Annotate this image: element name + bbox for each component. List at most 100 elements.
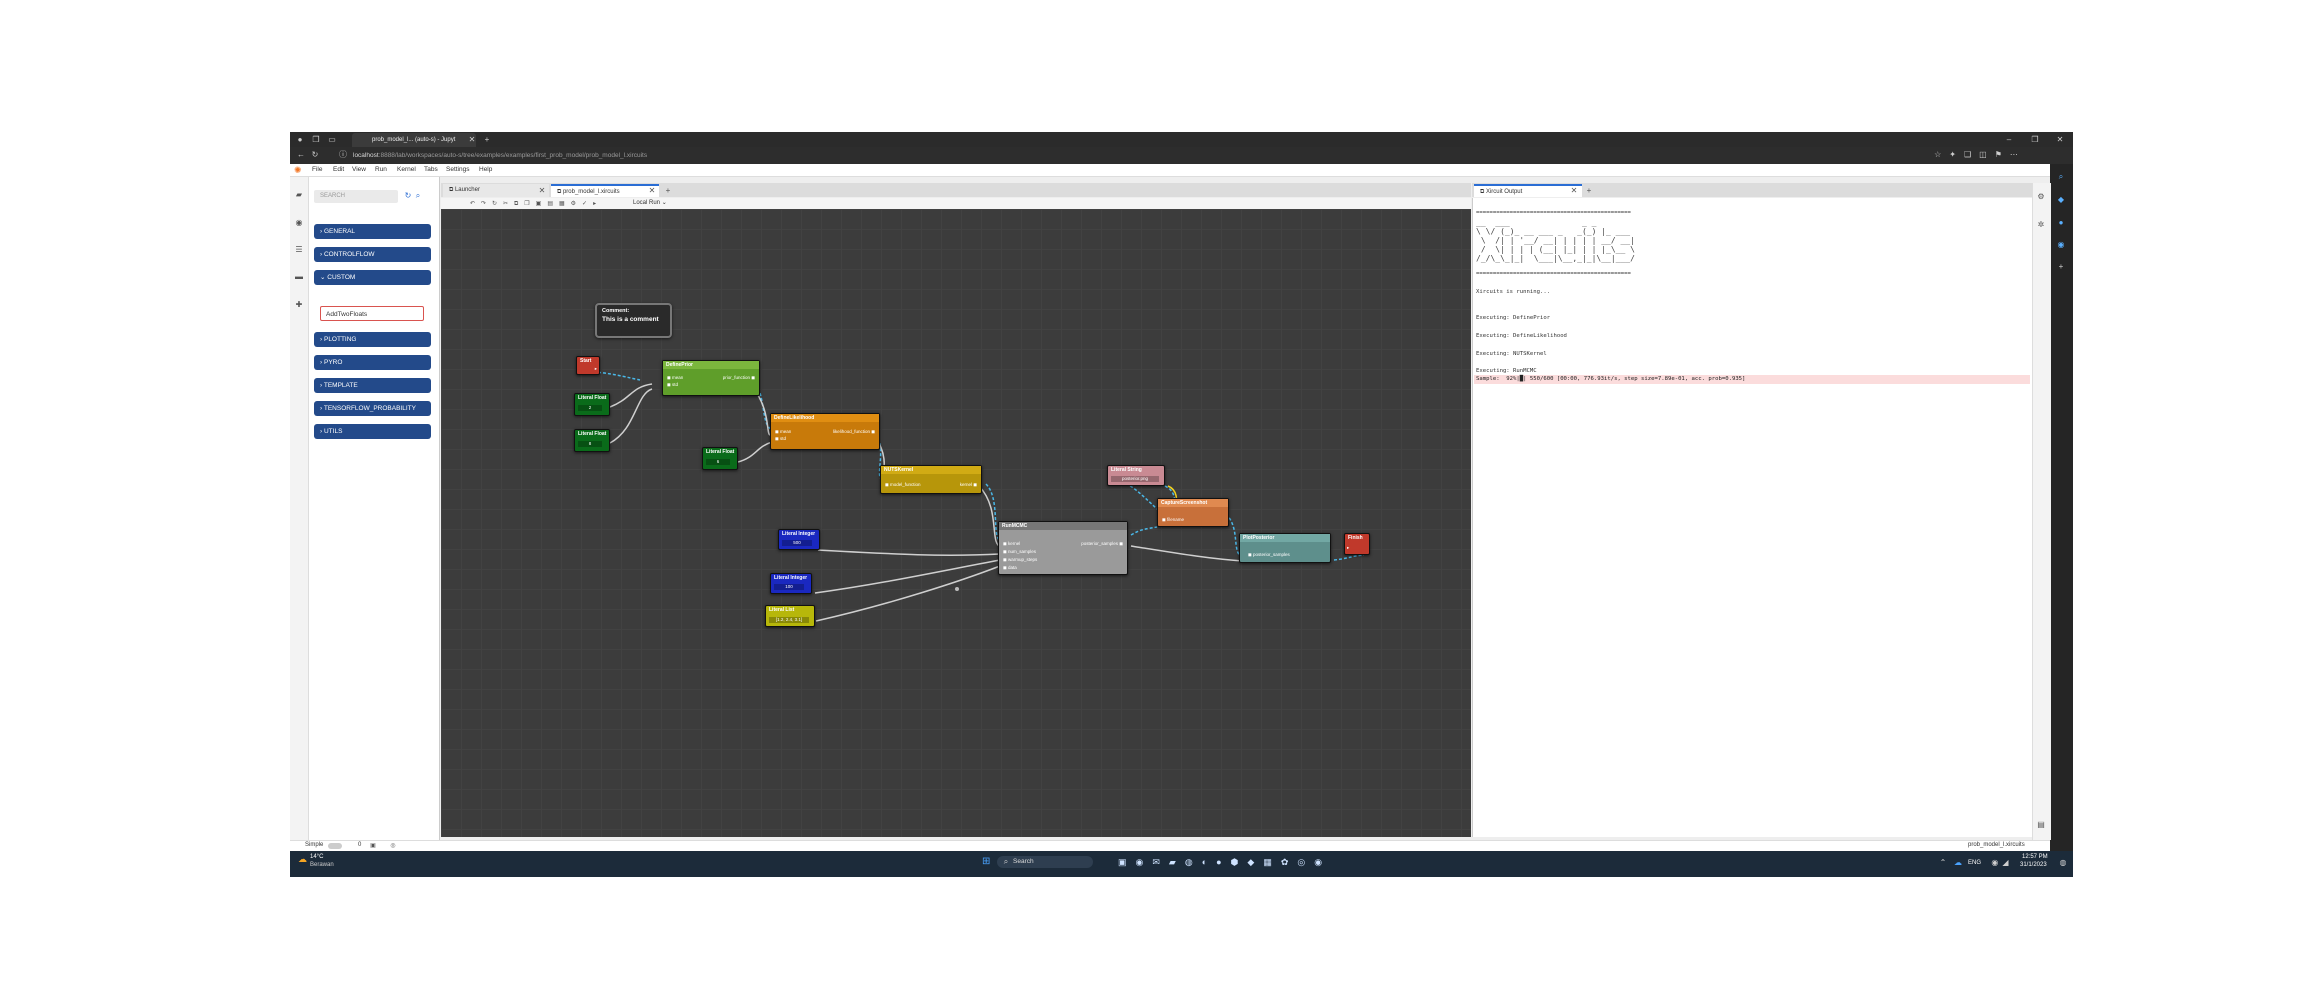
literal-string-node[interactable]: Literal String posterior.png [1107,465,1165,486]
tab-prob-model[interactable]: ⧉ prob_model_l.xircuits [551,184,659,197]
nuts-kernel-node[interactable]: NUTSKernel ◼ model_function kernel ◼ [880,465,982,494]
port-mean[interactable]: ◼ mean [667,375,683,381]
search-input[interactable]: SEARCH [314,190,398,203]
close-tab-icon[interactable]: ✕ [648,186,656,196]
literal-value[interactable]: 100 [774,584,804,590]
finish-node[interactable]: Finish ▸ [1344,533,1370,555]
tab-actions-icon[interactable]: ▭ [327,135,337,145]
new-tab-icon[interactable]: + [482,135,492,145]
minimize-icon[interactable]: – [2004,135,2014,145]
taskbar-search[interactable]: Search [997,856,1093,868]
maximize-icon[interactable]: ❐ [2030,135,2040,145]
language-indicator[interactable]: ENG [1968,858,1981,868]
onedrive-icon[interactable]: ☁ [1953,858,1963,868]
category-pyro[interactable]: › PYRO [314,355,431,370]
property-inspector-icon[interactable]: ⚙ [2036,192,2046,202]
close-tab-icon[interactable]: ✕ [538,186,546,196]
port-warmup-steps[interactable]: ◼ warmup_steps [1003,557,1037,563]
taskbar-app-icons[interactable]: ▣◉✉▰◍◐●⬢◆▦✿◎◉ [1118,856,1378,868]
panel-toggle-icon[interactable]: ▤ [2036,820,2046,830]
chevron-up-icon[interactable]: ⌃ [1938,858,1948,868]
back-icon[interactable]: ← [296,150,306,160]
new-tab-icon[interactable]: + [1584,186,1594,196]
port-mean[interactable]: ◼ mean [775,429,791,435]
run-mode-select[interactable]: Local Run ⌄ [633,199,693,208]
menu-view[interactable]: View [352,165,366,175]
browser-extension-icons[interactable]: ☆✦❑◫⚑⋯ [1895,150,2065,160]
flow-out-port[interactable]: ▸ [595,366,597,372]
comment-node[interactable]: Comment: This is a comment [595,303,672,338]
url-input[interactable]: localhost:8888/lab/workspaces/auto-s/tre… [353,150,1893,162]
literal-value[interactable]: posterior.png [1111,476,1159,482]
literal-float-node[interactable]: Literal Float 6 [702,447,738,470]
flow-in-port[interactable]: ▸ [1347,545,1349,551]
reload-icon[interactable]: ↻ [310,150,320,160]
tab-launcher[interactable]: ⧉ Launcher [443,184,549,197]
literal-value[interactable]: 6 [706,459,730,465]
port-posterior-samples[interactable]: posterior_samples ◼ [1081,541,1123,547]
close-window-icon[interactable]: ✕ [2055,135,2065,145]
port-kernel[interactable]: kernel ◼ [960,482,977,488]
port-std[interactable]: ◼ std [667,382,678,388]
port-posterior-samples[interactable]: ◼ posterior_samples [1248,552,1290,558]
menu-settings[interactable]: Settings [446,165,470,175]
category-utils[interactable]: › UTILS [314,424,431,439]
menu-file[interactable]: File [312,165,322,175]
components-icon[interactable]: ▬ [294,272,304,282]
close-tab-icon[interactable]: ✕ [468,135,476,145]
simple-mode-toggle[interactable] [328,843,342,849]
notification-icon[interactable]: ◍ [2058,858,2068,868]
toolbar-action-icons[interactable]: ↶↷↻✂⧉❐▣▤▦⚙✓▸ [446,199,626,209]
running-icon[interactable]: ◉ [294,218,304,228]
literal-list-node[interactable]: Literal List [1.2, 2.4, 3.1] [765,605,815,627]
workspaces-icon[interactable]: ❐ [311,135,321,145]
extension-icon[interactable]: ✚ [294,300,304,310]
category-tensorflow-probability[interactable]: › TENSORFLOW_PROBABILITY [314,401,431,416]
profile-icon[interactable]: ● [295,135,305,145]
define-likelihood-node[interactable]: DefineLikelihood ◼ mean ◼ std likelihood… [770,413,880,450]
windows-start-icon[interactable]: ⊞ [982,857,992,867]
port-std[interactable]: ◼ std [775,436,786,442]
terminal-icon[interactable]: ▣ [368,841,378,851]
run-mcmc-node[interactable]: RunMCMC ◼ kernel ◼ num_samples ◼ warmup_… [998,521,1128,575]
port-prior-function[interactable]: prior_function ◼ [723,375,755,381]
category-general[interactable]: › GENERAL [314,224,431,239]
browser-tab-active[interactable]: prob_model_l... (auto-s) - Jupyt [352,133,476,147]
literal-value[interactable]: 8 [578,441,602,447]
literal-integer-node[interactable]: Literal Integer 100 [770,573,812,594]
menu-kernel[interactable]: Kernel [397,165,416,175]
port-kernel[interactable]: ◼ kernel [1003,541,1020,547]
define-prior-node[interactable]: DefinePrior ◼ mean ◼ std prior_function … [662,360,760,396]
clock-date[interactable]: 31/1/2023 [2020,861,2047,869]
refresh-icon[interactable]: ↻ [403,191,413,201]
category-custom[interactable]: ⌄ CUSTOM [314,270,431,285]
debugger-icon[interactable]: ✲ [2036,220,2046,230]
menu-help[interactable]: Help [479,165,492,175]
capture-screenshot-node[interactable]: CaptureScreenshot ◼ filename [1157,498,1229,527]
literal-value[interactable]: 2 [578,405,602,411]
start-node[interactable]: Start ▸ [576,356,600,375]
category-controlflow[interactable]: › CONTROLFLOW [314,247,431,262]
info-icon[interactable]: ⓘ [338,150,348,160]
literal-value[interactable]: 500 [782,540,812,546]
menu-tabs[interactable]: Tabs [424,165,438,175]
port-model-function[interactable]: ◼ model_function [885,482,921,488]
kernel-status-icon[interactable]: ◎ [388,841,398,851]
category-plotting[interactable]: › PLOTTING [314,332,431,347]
component-addtwofloats[interactable]: AddTwoFloats [320,306,424,321]
person-icon[interactable]: ● [2056,218,2066,228]
menu-run[interactable]: Run [375,165,387,175]
clock-time[interactable]: 12:57 PM [2022,853,2048,861]
literal-float-node[interactable]: Literal Float 8 [574,429,610,452]
search-icon[interactable]: ⌕ [2056,172,2066,182]
search-icon[interactable]: ⌕ [413,191,423,201]
link-point[interactable] [955,587,959,591]
weather-icon[interactable]: ☁ [298,855,307,864]
new-tab-icon[interactable]: + [663,186,673,196]
tag-icon[interactable]: ◆ [2056,195,2066,205]
close-tab-icon[interactable]: ✕ [1570,186,1578,196]
tab-xircuit-output[interactable]: ⧉ Xircuit Output [1474,184,1582,197]
port-data[interactable]: ◼ data [1003,565,1017,571]
menu-edit[interactable]: Edit [333,165,344,175]
toc-icon[interactable]: ☰ [294,245,304,255]
